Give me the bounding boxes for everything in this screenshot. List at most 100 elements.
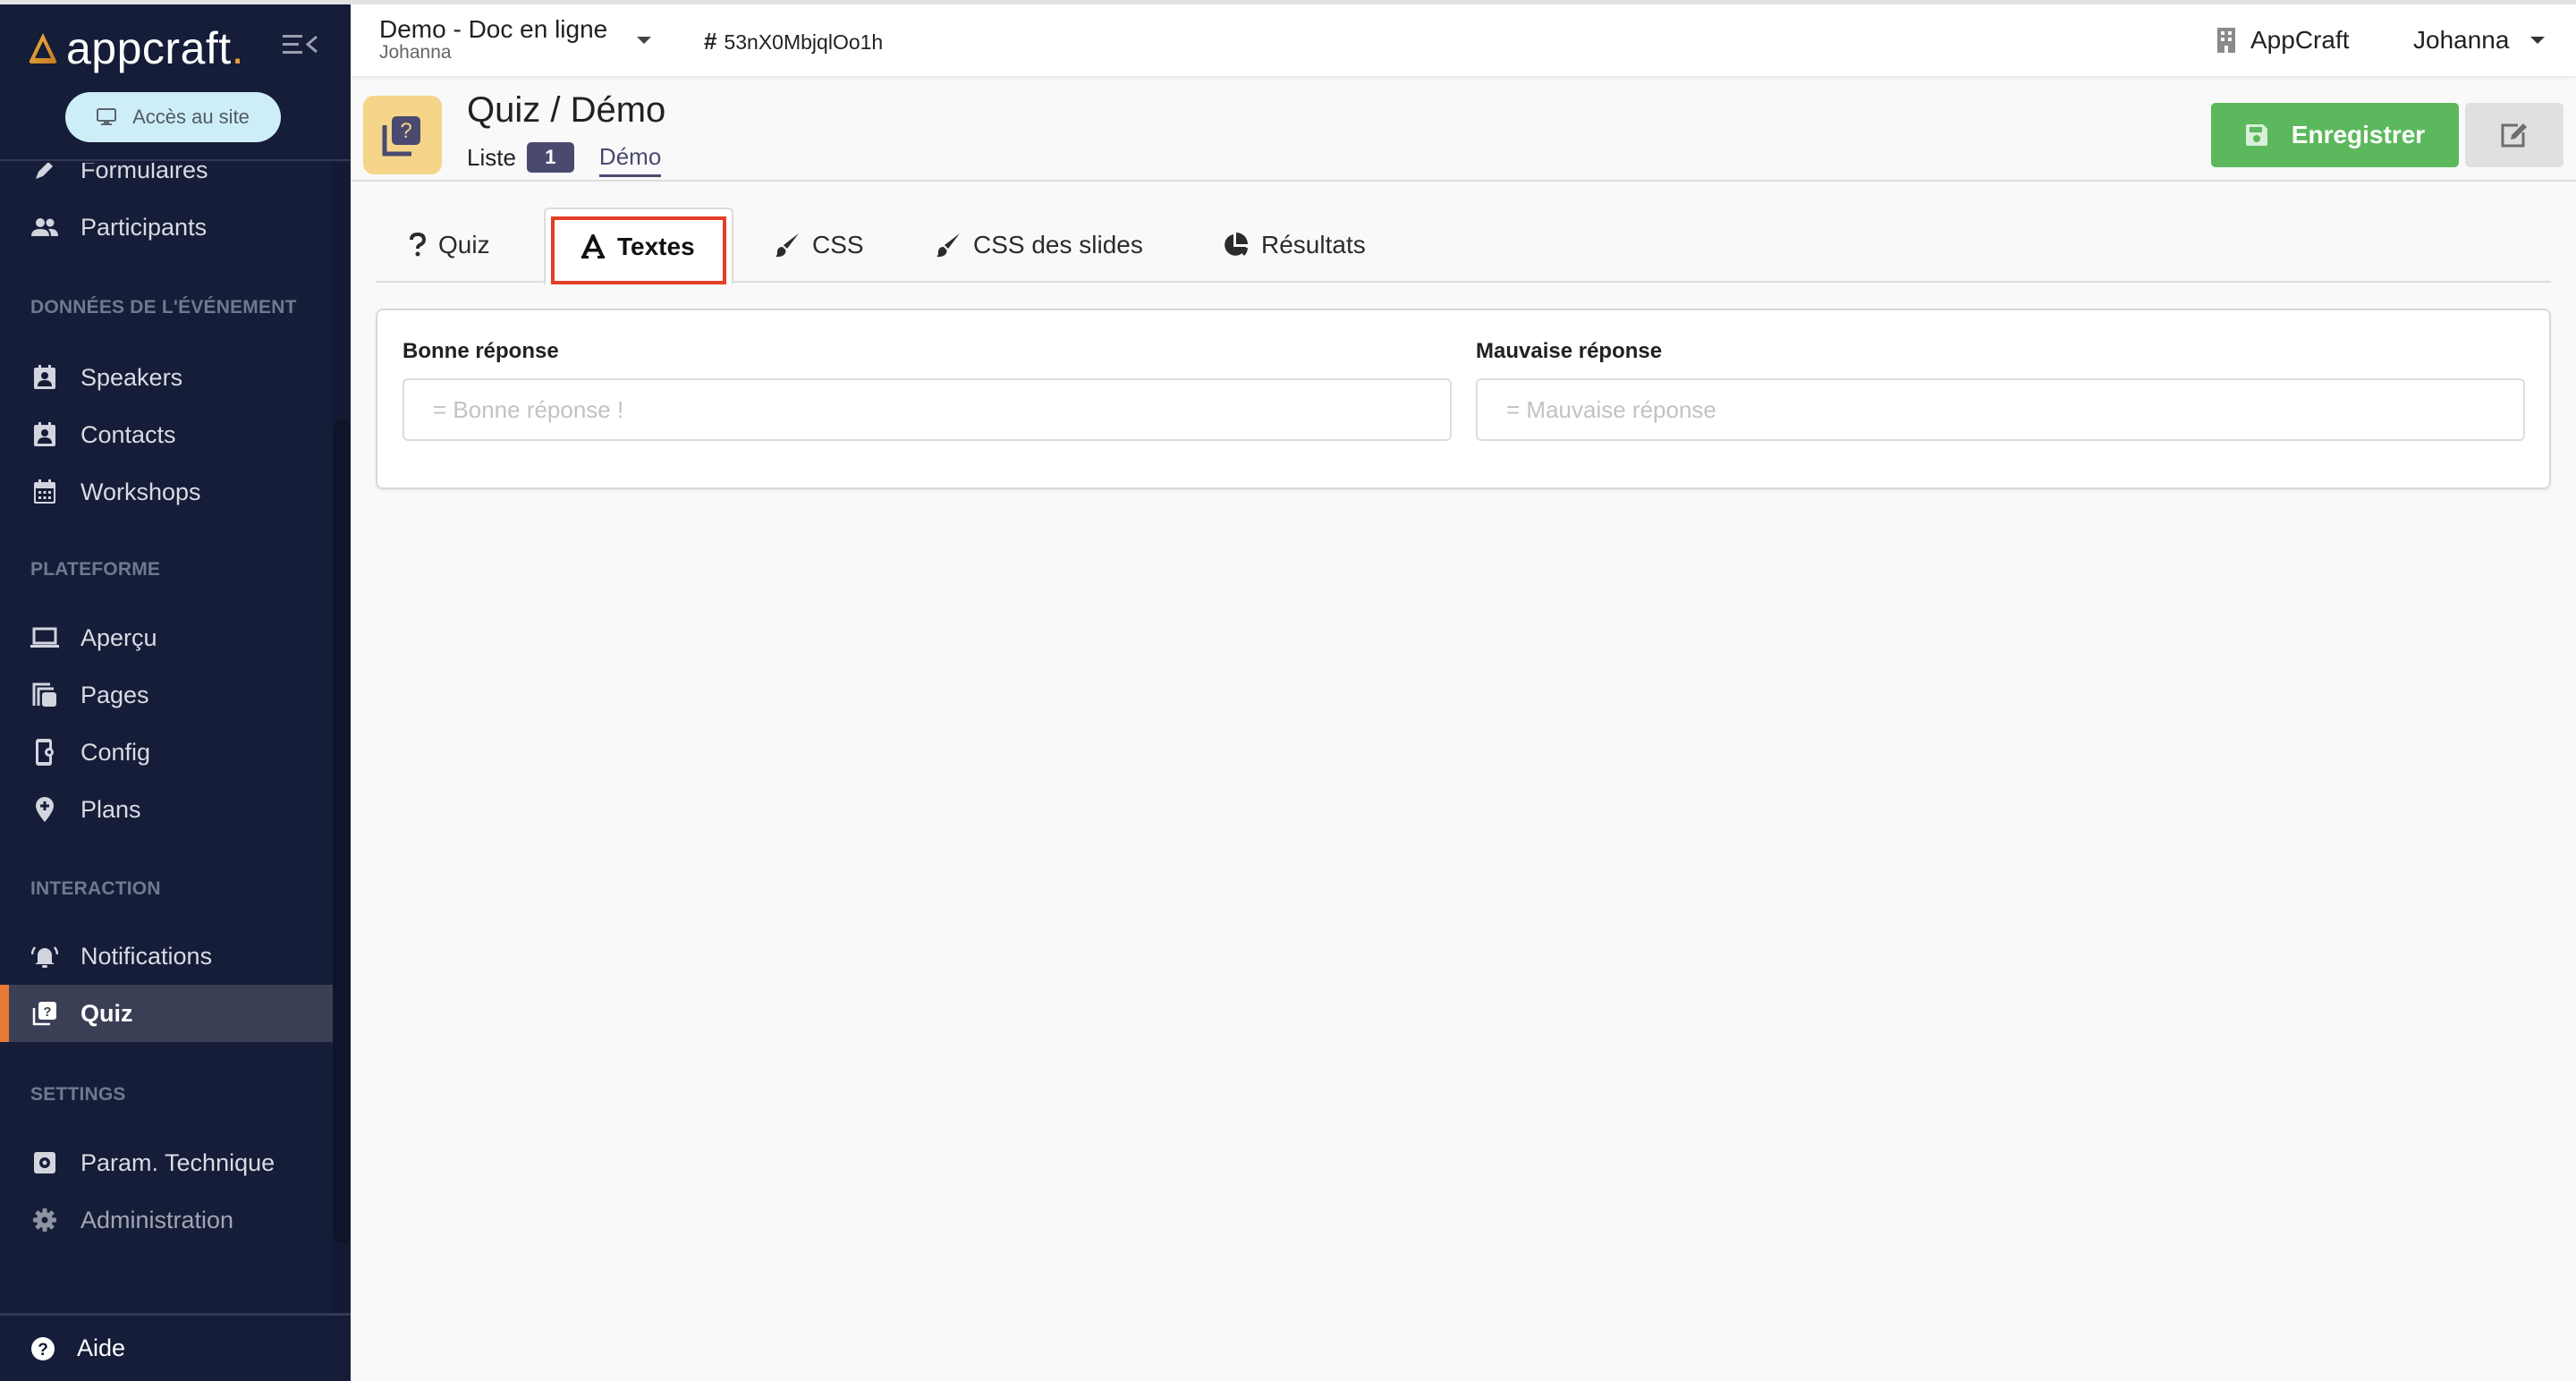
sidebar-item-label: Workshops (80, 478, 201, 505)
sidebar-item-plans[interactable]: Plans (0, 781, 333, 838)
sidebar-item-quiz[interactable]: ? Quiz (0, 985, 333, 1042)
top-header: Demo - Doc en ligne Johanna #53nX0MbjqlO… (351, 4, 2576, 76)
bad-answer-input[interactable] (1476, 378, 2525, 441)
breadcrumb-nav: Liste 1 Démo (467, 140, 662, 177)
quiz-page-icon: ? (363, 96, 442, 174)
pages-icon (30, 681, 59, 709)
sidebar-item-param-technique[interactable]: Param. Technique (0, 1134, 333, 1191)
sidebar-item-apercu[interactable]: Aperçu (0, 609, 333, 666)
project-dropdown-caret-icon[interactable] (637, 37, 651, 44)
map-pin-icon (30, 795, 59, 824)
desktop-icon (97, 108, 117, 125)
section-platform: PLATEFORME (30, 559, 161, 580)
section-interaction: INTERACTION (30, 878, 161, 899)
texts-form-card: Bonne réponse Mauvaise réponse (376, 309, 2551, 489)
sidebar-item-label: Quiz (80, 999, 133, 1027)
quiz-icon: ? (30, 999, 59, 1028)
collapse-sidebar-icon[interactable] (283, 31, 318, 58)
logo-dot: . (231, 23, 244, 73)
save-button[interactable]: Enregistrer (2211, 103, 2459, 167)
window-top-strip (0, 0, 2576, 4)
sidebar-item-label: Contacts (80, 420, 176, 448)
sidebar-item-label: Speakers (80, 363, 183, 391)
tab-css[interactable]: CSS (775, 208, 864, 283)
pie-chart-icon (1222, 232, 1249, 258)
tab-resultats[interactable]: Résultats (1222, 208, 1366, 283)
appcraft-logo-icon (29, 33, 57, 64)
project-user: Johanna (379, 42, 452, 63)
help-button[interactable]: ? Aide (0, 1313, 351, 1381)
sidebar-item-contacts[interactable]: Contacts (0, 406, 333, 463)
tab-label: Résultats (1261, 231, 1366, 258)
sidebar-item-label: Participants (80, 213, 208, 241)
list-count-badge: 1 (526, 142, 574, 173)
tab-css-slides[interactable]: CSS des slides (936, 208, 1143, 283)
floppy-disk-icon (2245, 124, 2267, 146)
contact-card-icon (30, 363, 59, 392)
tab-quiz[interactable]: Quiz (410, 208, 490, 283)
sidebar-item-participants[interactable]: Participants (0, 199, 333, 256)
laptop-icon (30, 623, 59, 652)
sidebar-item-label: Notifications (80, 942, 213, 970)
project-id: #53nX0MbjqlOo1h (704, 28, 883, 55)
svg-text:?: ? (43, 1004, 51, 1020)
sidebar-item-label: Pages (80, 681, 149, 708)
help-circle-icon: ? (30, 1336, 55, 1361)
hash-icon: # (704, 28, 717, 55)
sidebar-item-workshops[interactable]: Workshops (0, 463, 333, 521)
font-icon (581, 234, 605, 259)
tab-textes[interactable]: Textes (544, 208, 733, 284)
user-name: Johanna (2413, 26, 2510, 54)
brush-icon (936, 233, 961, 258)
organization-link[interactable]: AppCraft (2216, 26, 2350, 55)
tab-label: Quiz (438, 231, 490, 258)
tab-label: CSS des slides (973, 231, 1143, 258)
bad-answer-label: Mauvaise réponse (1476, 339, 1663, 363)
sidebar-header: appcraft. Accès au site (0, 4, 351, 161)
pencil-icon (30, 163, 59, 184)
section-event-data: DONNÉES DE L'ÉVÉNEMENT (30, 297, 297, 318)
mobile-settings-icon (30, 738, 59, 767)
list-link[interactable]: Liste (467, 144, 516, 172)
site-access-button[interactable]: Accès au site (65, 92, 281, 142)
settings-box-icon (30, 1148, 59, 1177)
sidebar-item-formulaires[interactable]: Formulaires (0, 163, 333, 199)
sidebar-item-label: Aperçu (80, 623, 157, 651)
sidebar-scrollbar-thumb[interactable] (333, 420, 351, 1243)
sidebar-item-notifications[interactable]: Notifications (0, 928, 333, 985)
project-id-value: 53nX0MbjqlOo1h (724, 30, 884, 54)
sidebar-item-administration[interactable]: Administration (0, 1191, 333, 1249)
gear-icon (30, 1206, 59, 1234)
sidebar-menu: Formulaires Participants DONNÉES DE L'ÉV… (0, 163, 333, 1317)
sidebar-item-label: Formulaires (80, 163, 208, 183)
site-access-label: Accès au site (132, 106, 250, 128)
help-label: Aide (77, 1334, 126, 1361)
brush-icon (775, 233, 800, 258)
sidebar-item-pages[interactable]: Pages (0, 666, 333, 724)
building-icon (2217, 28, 2235, 53)
tab-label: CSS (812, 231, 864, 258)
sidebar-item-label: Config (80, 738, 151, 766)
calendar-icon (30, 478, 59, 506)
sidebar-item-speakers[interactable]: Speakers (0, 349, 333, 406)
app-logo[interactable]: appcraft. (27, 22, 244, 74)
question-icon (410, 233, 426, 258)
tab-bar: Quiz Textes CSS CSS des slides Résultats (376, 208, 2551, 284)
page-title: Quiz / Démo (467, 90, 666, 130)
project-selector[interactable]: Demo - Doc en ligne Johanna (379, 15, 607, 62)
page-header: ? Quiz / Démo Liste 1 Démo Enregistrer (351, 76, 2576, 182)
save-label: Enregistrer (2291, 121, 2426, 148)
good-answer-input[interactable] (402, 378, 1452, 441)
sidebar-item-config[interactable]: Config (0, 724, 333, 781)
project-name: Demo - Doc en ligne (379, 15, 608, 43)
user-menu[interactable]: Johanna (2413, 26, 2546, 55)
user-dropdown-caret-icon (2530, 37, 2546, 44)
sidebar-item-label: Param. Technique (80, 1148, 275, 1176)
current-item-link[interactable]: Démo (598, 143, 662, 177)
sidebar-item-label: Administration (80, 1206, 234, 1233)
users-icon (30, 213, 59, 241)
logo-text: appcraft (66, 23, 232, 73)
edit-button[interactable] (2465, 103, 2563, 167)
edit-icon (2501, 123, 2527, 148)
bell-ringing-icon (30, 942, 59, 970)
